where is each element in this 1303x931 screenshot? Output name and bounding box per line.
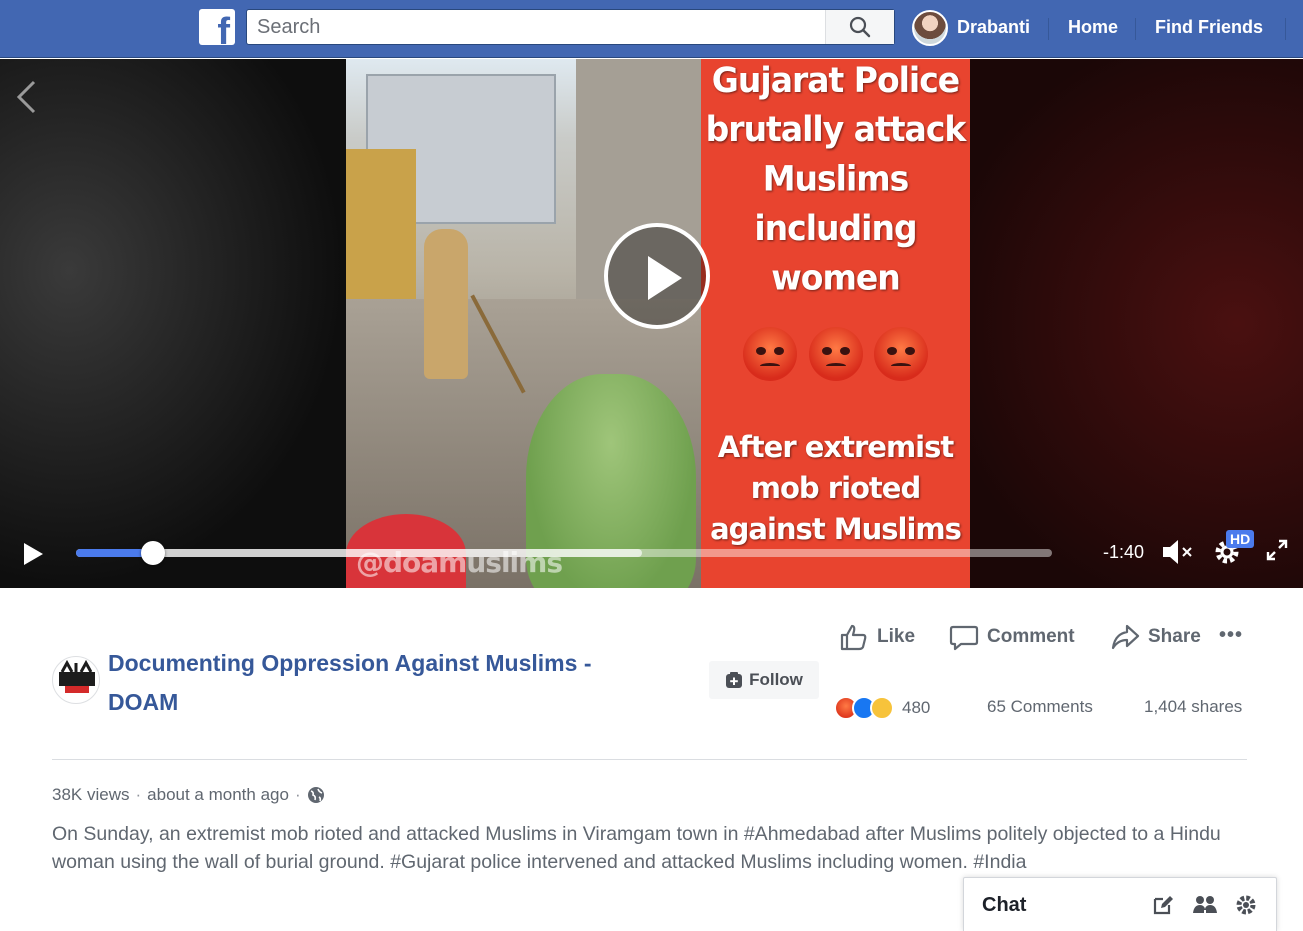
nav-home-link[interactable]: Home (1068, 0, 1118, 56)
overlay-line: brutally attack (705, 108, 967, 150)
overlay-headline: Gujarat Police brutally attack Muslims i… (701, 59, 970, 302)
shares-count-link[interactable]: 1,404 shares (1144, 697, 1242, 717)
page-avatar[interactable] (52, 656, 100, 704)
hd-badge: HD (1226, 530, 1255, 548)
video-blur-right (970, 59, 1303, 588)
angry-face-icon (808, 327, 863, 381)
video-player[interactable]: @doamuslims Gujarat Police brutally atta… (0, 59, 1303, 588)
reactions-summary[interactable]: 480 (834, 694, 930, 722)
view-count: 38K views (52, 785, 130, 804)
reaction-count: 480 (902, 698, 931, 717)
progress-bar[interactable] (76, 541, 1052, 565)
angry-face-icon (874, 327, 928, 381)
fullscreen-icon[interactable] (1265, 538, 1289, 567)
sad-reaction-icon (870, 696, 894, 720)
angry-emoji-row (743, 327, 928, 387)
globe-icon (307, 787, 324, 803)
back-arrow-icon[interactable] (14, 79, 38, 120)
video-controls: -1:40 HD (0, 524, 1303, 588)
like-label: Like (877, 626, 916, 647)
overlay-line: Muslims (762, 158, 910, 199)
post-meta: 38K views · about a month ago · (52, 785, 325, 805)
big-play-button[interactable] (604, 223, 710, 329)
page-name-link[interactable]: Documenting Oppression Against Muslims -… (108, 644, 668, 722)
nav-divider (1285, 18, 1286, 40)
chat-settings-gear-icon[interactable] (1234, 893, 1258, 922)
search-button[interactable] (825, 10, 894, 44)
mute-icon[interactable] (1161, 537, 1195, 572)
new-message-icon[interactable] (1151, 893, 1175, 922)
comments-count-link[interactable]: 65 Comments (987, 697, 1093, 717)
search-icon (849, 16, 871, 38)
more-options-icon[interactable]: ••• (1219, 624, 1243, 647)
time-remaining: -1:40 (1103, 542, 1145, 562)
nav-divider (1048, 18, 1049, 40)
overlay-line: women (771, 256, 900, 298)
search-input[interactable] (247, 10, 825, 44)
post-time[interactable]: about a month ago (147, 785, 289, 805)
meta-separator: · (135, 785, 142, 804)
facebook-logo-icon[interactable]: f (199, 9, 235, 45)
meta-separator: · (294, 785, 301, 804)
thumbs-up-icon (840, 624, 867, 651)
overlay-line: mob rioted (750, 471, 921, 505)
scene-policeman (424, 229, 468, 379)
top-bar: f Drabanti Home Find Friends (0, 0, 1303, 58)
doam-logo-icon (59, 659, 95, 693)
video-text-overlay: Gujarat Police brutally attack Muslims i… (701, 59, 970, 588)
scrubber-handle[interactable] (141, 541, 166, 565)
comment-icon (949, 625, 979, 651)
follow-icon (726, 672, 743, 688)
nav-divider (1135, 18, 1136, 40)
follow-button[interactable]: Follow (709, 661, 819, 699)
search-box (246, 9, 895, 45)
scene-building (346, 149, 416, 319)
share-button[interactable]: Share (1110, 620, 1201, 654)
post-description: On Sunday, an extremist mob rioted and a… (52, 823, 1221, 873)
new-group-icon[interactable] (1192, 893, 1218, 922)
follow-label: Follow (749, 670, 803, 689)
comment-label: Comment (987, 626, 1075, 647)
section-divider (52, 759, 1247, 760)
overlay-line: After extremist (717, 430, 954, 464)
angry-face-icon (743, 327, 797, 381)
comment-button[interactable]: Comment (949, 620, 1075, 654)
share-label: Share (1148, 626, 1201, 647)
nav-find-friends-link[interactable]: Find Friends (1155, 0, 1263, 56)
overlay-line: including (754, 207, 917, 249)
share-arrow-icon (1111, 624, 1140, 650)
play-button[interactable] (22, 542, 44, 566)
chat-title[interactable]: Chat (982, 894, 1026, 917)
video-blur-left (0, 59, 346, 588)
profile-link[interactable]: Drabanti (957, 0, 1030, 56)
chat-bar[interactable]: Chat (963, 877, 1277, 931)
like-button[interactable]: Like (839, 620, 915, 654)
overlay-line: Gujarat Police (711, 59, 960, 101)
user-avatar[interactable] (912, 10, 948, 46)
